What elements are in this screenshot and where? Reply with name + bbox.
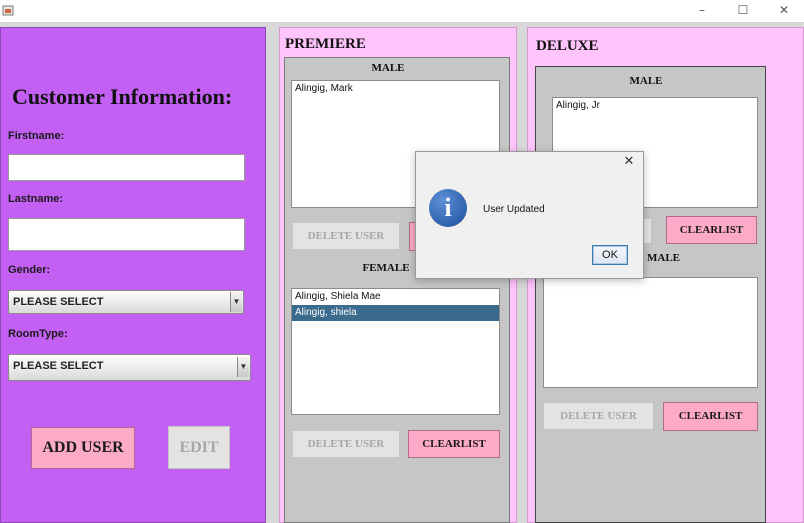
close-button[interactable]: ✕ <box>764 0 804 22</box>
customer-info-heading: Customer Information: <box>12 84 233 109</box>
roomtype-label: RoomType: <box>8 328 68 340</box>
deluxe-female-title: MALE <box>647 252 680 264</box>
roomtype-select-value: PLEASE SELECT <box>13 360 104 372</box>
dialog-close-button[interactable]: ✕ <box>620 153 638 171</box>
premiere-title: PREMIERE <box>285 36 366 52</box>
maximize-button[interactable]: ☐ <box>723 0 763 22</box>
premiere-female-list[interactable]: Alingig, Shiela Mae Alingig, shiela <box>291 288 500 415</box>
premiere-male-delete-button[interactable]: DELETE USER <box>292 222 400 250</box>
premiere-male-title: MALE <box>371 62 405 74</box>
ok-button[interactable]: OK <box>592 245 628 265</box>
deluxe-title: DELUXE <box>536 38 599 54</box>
premiere-female-delete-button[interactable]: DELETE USER <box>292 430 400 458</box>
java-app-icon <box>2 5 14 16</box>
deluxe-male-clearlist-button[interactable]: CLEARLIST <box>666 216 757 244</box>
info-icon-glyph: i <box>444 193 452 222</box>
list-item[interactable]: Alingig, Mark <box>292 81 499 97</box>
list-item[interactable]: Alingig, Jr <box>553 98 757 114</box>
gender-select[interactable]: PLEASE SELECT ▼ <box>8 290 244 314</box>
firstname-label: Firstname: <box>8 130 65 142</box>
gender-select-value: PLEASE SELECT <box>13 296 104 308</box>
deluxe-female-list[interactable] <box>543 277 758 388</box>
lastname-field[interactable] <box>8 218 245 251</box>
roomtype-select[interactable]: PLEASE SELECT ▼ <box>8 354 251 381</box>
firstname-field[interactable] <box>8 154 245 181</box>
list-item[interactable]: Alingig, Shiela Mae <box>292 289 499 305</box>
list-item-selected[interactable]: Alingig, shiela <box>292 305 499 321</box>
chevron-down-icon[interactable]: ▼ <box>237 357 249 377</box>
dialog-message: User Updated <box>483 204 545 215</box>
deluxe-male-title: MALE <box>629 75 663 87</box>
premiere-female-clearlist-button[interactable]: CLEARLIST <box>408 430 500 458</box>
deluxe-female-clearlist-button[interactable]: CLEARLIST <box>663 402 758 431</box>
gender-label: Gender: <box>8 264 51 276</box>
chevron-down-icon[interactable]: ▼ <box>230 292 242 312</box>
deluxe-female-delete-button[interactable]: DELETE USER <box>543 402 654 430</box>
add-user-button[interactable]: ADD USER <box>31 427 135 469</box>
lastname-label: Lastname: <box>8 193 64 205</box>
edit-button[interactable]: EDIT <box>168 426 230 469</box>
minimize-button[interactable]: – <box>682 0 722 22</box>
